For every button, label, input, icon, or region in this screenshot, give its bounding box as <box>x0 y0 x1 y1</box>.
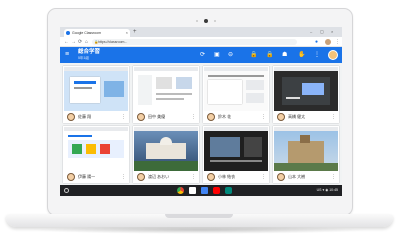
student-name: 高橋 健太 <box>288 114 306 119</box>
student-card[interactable]: 小林 結衣 ⋮ <box>203 126 269 183</box>
student-avatar <box>137 113 145 121</box>
docs-icon[interactable] <box>201 187 208 194</box>
browser-menu-icon[interactable]: ⋮ <box>335 37 340 47</box>
youtube-icon[interactable] <box>213 187 220 194</box>
share-icon[interactable]: ☗ <box>282 47 287 63</box>
student-card[interactable]: 山本 大樹 ⋮ <box>273 126 339 183</box>
card-menu-icon[interactable]: ⋮ <box>191 171 196 183</box>
class-subtitle: 5年1組 <box>78 56 89 60</box>
student-name: 鈴木 花 <box>218 114 232 119</box>
restore-button[interactable]: ▢ <box>320 27 324 36</box>
close-icon[interactable]: × <box>126 29 128 37</box>
sensor-dot <box>214 20 216 22</box>
app-bar: ≡ 総合学習 5年1組 ⟳ ▣ ⊖ 🔒 🔒 ☗ ✋ ⋮ <box>60 47 342 63</box>
tab-title: Google Classroom <box>72 31 101 35</box>
student-avatar <box>67 113 75 121</box>
student-avatar <box>277 113 285 121</box>
floor-shadow <box>30 226 370 234</box>
tab-strip: Google Classroom × + – ▢ × <box>60 27 342 37</box>
laptop-screen: Google Classroom × + – ▢ × ← → ⟳ ⌂ 🔒 htt… <box>60 27 342 196</box>
student-name: 伊藤 陽一 <box>78 174 96 179</box>
home-icon[interactable]: ⌂ <box>85 37 88 47</box>
refresh-icon[interactable]: ⟳ <box>200 47 205 63</box>
student-card[interactable]: 高橋 健太 ⋮ <box>273 66 339 123</box>
student-screen-thumbnail[interactable] <box>204 127 268 171</box>
close-window-button[interactable]: × <box>331 27 333 36</box>
student-name: 渡辺 あおい <box>148 174 170 179</box>
student-avatar <box>137 173 145 181</box>
gmail-icon[interactable] <box>189 187 196 194</box>
student-screen-thumbnail[interactable] <box>274 67 338 111</box>
teacher-avatar[interactable] <box>328 50 338 60</box>
student-name: 小林 結衣 <box>218 174 236 179</box>
student-avatar <box>207 113 215 121</box>
student-card[interactable]: 佐藤 翔 ⋮ <box>63 66 129 123</box>
new-tab-button[interactable]: + <box>133 28 137 36</box>
more-options-icon[interactable]: ⋮ <box>314 47 320 63</box>
lock-screen-icon[interactable]: 🔒 <box>250 47 257 63</box>
card-menu-icon[interactable]: ⋮ <box>261 111 266 123</box>
browser-profile-avatar[interactable] <box>325 39 331 45</box>
laptop-notch <box>165 214 233 218</box>
student-screen-thumbnail[interactable] <box>204 67 268 111</box>
student-name: 山本 大樹 <box>288 174 306 179</box>
card-menu-icon[interactable]: ⋮ <box>191 111 196 123</box>
card-menu-icon[interactable]: ⋮ <box>261 171 266 183</box>
student-screen-thumbnail[interactable] <box>64 67 128 111</box>
student-screen-thumbnail[interactable] <box>64 127 128 171</box>
present-icon[interactable]: ▣ <box>214 47 220 63</box>
card-menu-icon[interactable]: ⋮ <box>121 171 126 183</box>
browser-tab[interactable]: Google Classroom × <box>64 29 130 37</box>
raise-hand-icon[interactable]: ✋ <box>298 47 305 63</box>
student-card[interactable]: 渡辺 あおい ⋮ <box>133 126 199 183</box>
student-card[interactable]: 伊藤 陽一 ⋮ <box>63 126 129 183</box>
status-tray[interactable]: US ▾ ◉ 10:45 <box>317 185 338 196</box>
card-menu-icon[interactable]: ⋮ <box>121 111 126 123</box>
sensor-dot <box>196 20 198 22</box>
forward-icon[interactable]: → <box>71 37 76 47</box>
class-title: 総合学習 <box>78 49 101 55</box>
classroom-favicon-icon <box>66 31 70 35</box>
hamburger-menu-icon[interactable]: ≡ <box>65 47 69 63</box>
extension-icon[interactable]: ● <box>315 37 318 47</box>
student-card[interactable]: 田中 美優 ⋮ <box>133 66 199 123</box>
webcam <box>204 19 208 23</box>
meet-icon[interactable] <box>225 187 232 194</box>
browser-toolbar: ← → ⟳ ⌂ 🔒 https://classroom... ● ⋮ <box>60 37 342 47</box>
student-screen-grid: 佐藤 翔 ⋮ 田中 美優 ⋮ 鈴木 花 ⋮ 高橋 健太 ⋮ 伊藤 陽一 ⋮ 渡辺… <box>60 63 342 185</box>
address-bar[interactable]: 🔒 https://classroom... <box>92 39 297 45</box>
url-text: https://classroom... <box>98 40 128 44</box>
back-icon[interactable]: ← <box>64 37 69 47</box>
student-avatar <box>277 173 285 181</box>
student-name: 田中 美優 <box>148 114 166 119</box>
student-card[interactable]: 鈴木 花 ⋮ <box>203 66 269 123</box>
student-screen-thumbnail[interactable] <box>134 127 198 171</box>
chrome-icon[interactable] <box>177 187 184 194</box>
reload-icon[interactable]: ⟳ <box>78 37 82 47</box>
launcher-icon[interactable] <box>64 188 69 193</box>
lock-tabs-icon[interactable]: 🔒 <box>266 47 273 63</box>
student-avatar <box>207 173 215 181</box>
student-name: 佐藤 翔 <box>78 114 92 119</box>
card-menu-icon[interactable]: ⋮ <box>331 171 336 183</box>
chromeos-shelf: US ▾ ◉ 10:45 <box>60 185 342 196</box>
lock-icon: 🔒 <box>94 40 99 44</box>
student-screen-thumbnail[interactable] <box>274 127 338 171</box>
student-avatar <box>67 173 75 181</box>
card-menu-icon[interactable]: ⋮ <box>331 111 336 123</box>
link-icon[interactable]: ⊖ <box>228 47 233 63</box>
minimize-button[interactable]: – <box>310 27 312 36</box>
student-screen-thumbnail[interactable] <box>134 67 198 111</box>
